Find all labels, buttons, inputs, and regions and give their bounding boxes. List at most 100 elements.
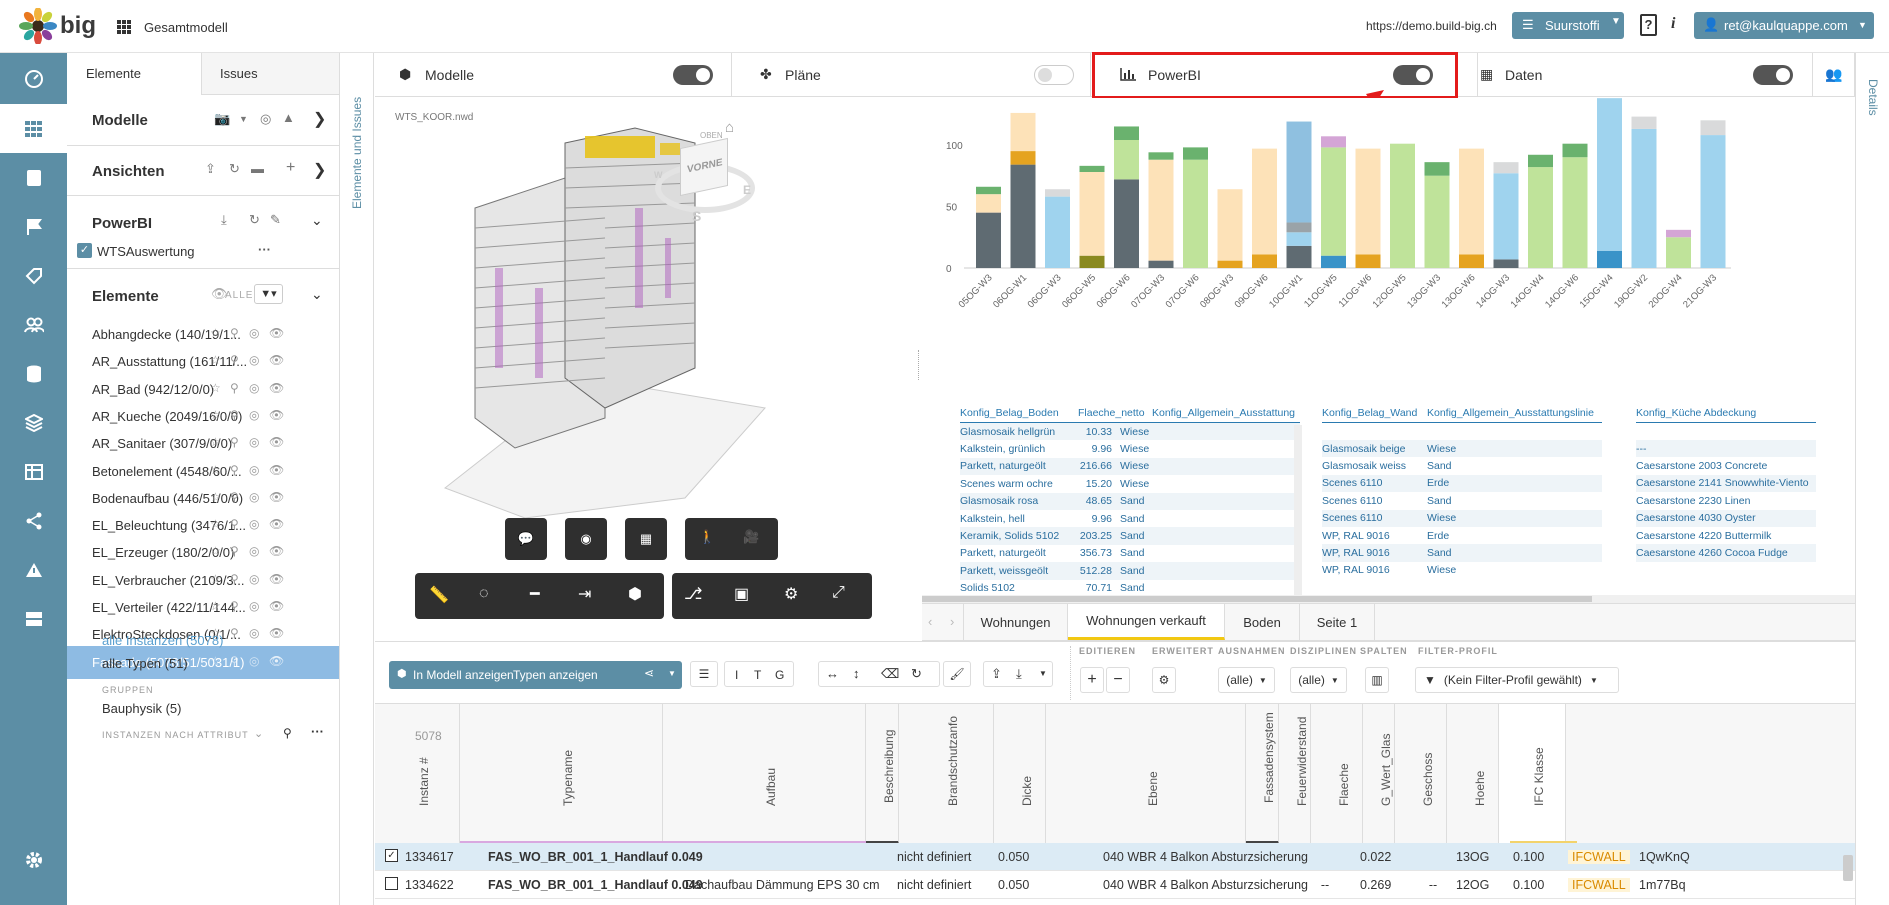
filter-profile-select[interactable]: ▼ (Kein Filter-Profil gewählt) ▼ <box>1415 667 1619 693</box>
users-icon[interactable] <box>0 300 67 349</box>
eye-icon[interactable]: 👁 <box>269 463 284 477</box>
disciplines-select[interactable]: (alle) ▼ <box>1290 667 1347 693</box>
eye-icon[interactable]: 👁 <box>269 353 284 367</box>
chevron-down-icon[interactable]: ⌄ <box>311 212 323 229</box>
target-icon[interactable]: ◎ <box>249 353 259 367</box>
star-icon[interactable]: ☆ <box>210 599 221 613</box>
g-button[interactable]: G <box>775 668 784 682</box>
grid-column-header[interactable]: Geschoss <box>1395 704 1447 844</box>
upload-icon[interactable]: ⇪ <box>205 161 216 177</box>
pin-icon[interactable]: ⚲ <box>230 544 239 558</box>
layers-icon[interactable] <box>0 398 67 447</box>
eye-icon[interactable]: 👁 <box>269 599 284 613</box>
target-icon[interactable]: ◎ <box>249 490 259 504</box>
section-icon[interactable]: ⇥ <box>578 584 591 604</box>
minus-icon[interactable]: ━ <box>530 584 540 604</box>
view-cube[interactable]: VORNE OBEN S E W <box>650 128 760 228</box>
grid-column-header[interactable]: Ebene <box>1046 704 1246 844</box>
grid-column-header[interactable]: Brandschutzanfo <box>899 704 994 844</box>
pin-icon[interactable]: ⚲ <box>230 626 239 640</box>
remove-button[interactable]: − <box>1106 667 1130 693</box>
list-view-button[interactable]: ☰ <box>690 661 718 687</box>
grid-column-header[interactable]: Instanz # <box>375 704 460 844</box>
gear-icon[interactable]: ⚙ <box>784 584 798 604</box>
pin-icon[interactable]: ⚲ <box>230 408 239 422</box>
grid-column-header[interactable]: Fassadensystem <box>1246 704 1279 844</box>
refresh-icon[interactable]: ↻ <box>911 666 922 682</box>
page-tab-wohnungen-verkauft[interactable]: Wohnungen verkauft <box>1068 604 1225 640</box>
more-icon[interactable]: ··· <box>311 724 324 739</box>
eye-icon[interactable]: 👁 <box>269 326 284 340</box>
target-icon[interactable]: ◎ <box>249 326 259 340</box>
gruppen-item[interactable]: Bauphysik (5) <box>102 701 181 716</box>
ruler-icon[interactable]: 📏 <box>429 585 449 605</box>
grid-vscrollbar[interactable] <box>1843 855 1853 881</box>
next-page-icon[interactable]: › <box>950 614 954 629</box>
comment-button[interactable]: 💬 <box>505 518 547 560</box>
eye-icon[interactable]: 👁 <box>269 381 284 395</box>
pin-icon[interactable]: ⚲ <box>230 435 239 449</box>
plus-icon[interactable]: + <box>286 159 295 177</box>
grid-column-header[interactable]: Typename <box>460 704 663 844</box>
table1-scrollbar[interactable] <box>1294 425 1302 595</box>
upload-icon[interactable]: ⇪ <box>991 666 1002 682</box>
dashboard-icon[interactable] <box>0 54 67 103</box>
hide-icon[interactable]: ◌ <box>479 585 489 603</box>
pin-icon[interactable]: ⚲ <box>230 517 239 531</box>
properties-icon[interactable]: ▣ <box>734 584 749 604</box>
target-icon[interactable]: ◎ <box>249 435 259 449</box>
brush-button[interactable]: 🖌 <box>943 661 971 687</box>
resize-vertical-icon[interactable]: ↕ <box>853 666 860 681</box>
alle-label[interactable]: ALLE <box>225 290 253 301</box>
folder-icon[interactable]: ▬ <box>251 161 264 176</box>
target-icon[interactable]: ◎ <box>260 111 271 127</box>
grid-column-header[interactable]: Feuerwiderstand <box>1279 704 1311 844</box>
star-icon[interactable]: ☆ <box>210 463 221 477</box>
pin-icon[interactable]: ⚲ <box>230 490 239 504</box>
target-icon[interactable]: ◎ <box>249 572 259 586</box>
elemente-issues-strip[interactable]: Elemente und Issues <box>340 53 374 905</box>
download-icon[interactable]: ⤓ <box>221 212 227 228</box>
page-tab-seite-1[interactable]: Seite 1 <box>1300 604 1375 640</box>
table-row[interactable]: 1334622 FAS_WO_BR_001_1_Handlauf 0.049 Dac… <box>375 871 1855 899</box>
model-viewer[interactable]: WTS_KOOR.nwd ⌂ VORNE OBEN S E W 💬 ◉ ▦ 🚶 … <box>375 98 922 635</box>
modelle-toggle[interactable] <box>673 65 713 85</box>
logo[interactable]: big <box>18 7 100 45</box>
caret-down-icon[interactable]: ▼ <box>239 114 248 124</box>
daten-toggle[interactable] <box>1753 65 1793 85</box>
prev-page-icon[interactable]: ‹ <box>928 614 932 629</box>
star-icon[interactable]: ☆ <box>210 572 221 586</box>
eye-icon[interactable]: 👁 <box>269 572 284 586</box>
tab-issues[interactable]: Issues <box>202 53 339 94</box>
person-icon[interactable]: 🚶 <box>699 529 715 545</box>
grid-column-header[interactable]: G_Wert_Glas <box>1363 704 1395 844</box>
help-button[interactable]: ? <box>1640 14 1657 36</box>
tab-elemente[interactable]: Elemente <box>67 53 202 95</box>
details-strip[interactable]: Details <box>1855 53 1889 905</box>
grid-column-header[interactable]: Flaeche <box>1311 704 1363 844</box>
show-in-model-button[interactable]: In Modell anzeigen <box>413 668 514 682</box>
camera-icon[interactable]: 📷 <box>214 111 230 127</box>
pin-icon[interactable]: ⚲ <box>230 599 239 613</box>
columns-button[interactable]: ▥ <box>1365 667 1389 693</box>
star-icon[interactable]: ☆ <box>210 353 221 367</box>
more-icon[interactable]: ··· <box>258 242 271 257</box>
eye-icon[interactable]: 👁 <box>269 544 284 558</box>
page-tab-boden[interactable]: Boden <box>1225 604 1300 640</box>
grid-column-header[interactable]: Dicke <box>994 704 1046 844</box>
tag-icon[interactable] <box>0 251 67 300</box>
star-icon[interactable]: ☆ <box>210 654 221 668</box>
star-icon[interactable]: ☆ <box>210 381 221 395</box>
target-icon[interactable]: ◎ <box>249 544 259 558</box>
warning-icon[interactable] <box>0 545 67 594</box>
chevron-right-icon[interactable]: ❯ <box>313 109 326 129</box>
target-icon[interactable]: ◎ <box>249 626 259 640</box>
grid-column-header[interactable]: Aufbau <box>663 704 866 844</box>
pin-icon[interactable]: ⚲ <box>230 381 239 395</box>
user-dropdown-button[interactable]: 👤 ret@kaulquappe.com ▼ <box>1694 12 1874 39</box>
powerbi-report-label[interactable]: WTSAuswertung <box>97 244 195 259</box>
search-icon[interactable]: ⚲ <box>283 726 292 740</box>
eraser-icon[interactable]: ⌫ <box>881 666 899 682</box>
filter-dropdown[interactable]: ▼▾ <box>254 284 283 304</box>
target-icon[interactable]: ◎ <box>249 408 259 422</box>
